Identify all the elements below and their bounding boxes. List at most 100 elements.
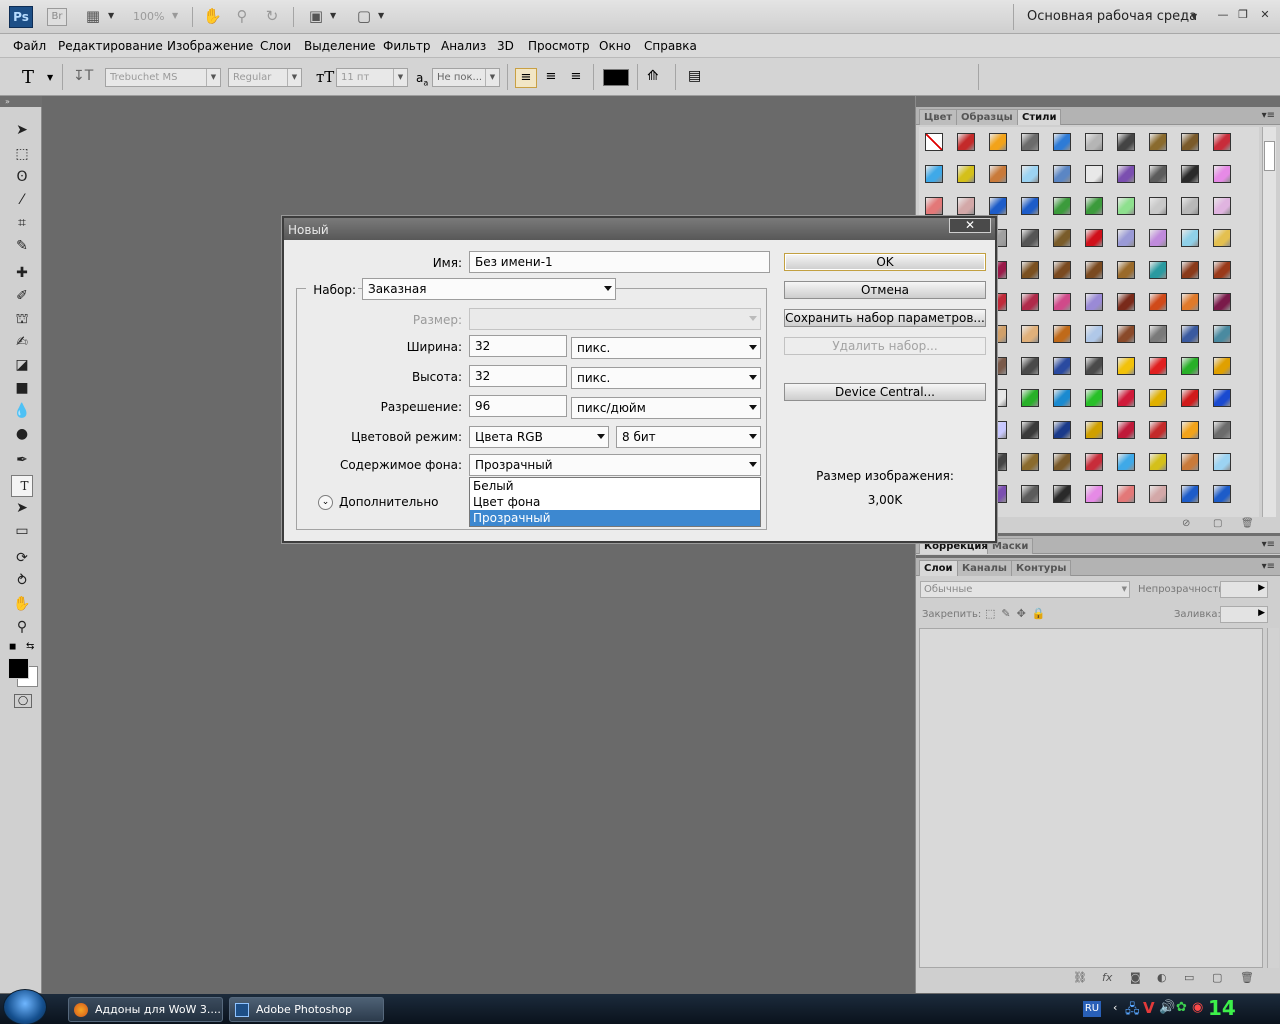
style-swatch[interactable] [1207, 447, 1237, 477]
panel-menu-icon[interactable]: ▾≡ [1262, 539, 1275, 550]
style-swatch[interactable] [1143, 383, 1173, 413]
style-swatch[interactable] [1143, 127, 1173, 157]
ok-button[interactable]: OK [784, 253, 986, 271]
panel-menu-icon[interactable]: ▾≡ [1262, 561, 1275, 572]
path-selection-tool-icon[interactable]: ➤ [11, 498, 33, 518]
style-swatch[interactable] [1047, 159, 1077, 189]
tab-paths[interactable]: Контуры [1011, 560, 1072, 576]
lock-icons[interactable]: ⬚✎✥🔒 [985, 607, 1052, 620]
style-swatch[interactable] [1175, 127, 1205, 157]
character-panel-icon[interactable]: ▤ [688, 68, 701, 84]
style-swatch[interactable] [1111, 351, 1141, 381]
cancel-button[interactable]: Отмена [784, 281, 986, 299]
chevron-down-icon[interactable]: ▼ [172, 11, 178, 20]
screen-mode-icon[interactable]: ▢ [355, 8, 373, 25]
style-swatch[interactable] [1175, 351, 1205, 381]
style-swatch[interactable] [1047, 287, 1077, 317]
style-swatch[interactable] [1207, 415, 1237, 445]
height-unit-select[interactable]: пикс. [571, 367, 761, 389]
save-preset-button[interactable]: Сохранить набор параметров... [784, 309, 986, 327]
pen-tool-icon[interactable]: ✒ [11, 450, 33, 470]
3d-rotate-tool-icon[interactable]: ⟳ [11, 548, 33, 568]
style-swatch[interactable] [1015, 447, 1045, 477]
menu-window[interactable]: Окно [599, 39, 631, 53]
text-orientation-icon[interactable]: ↧T [73, 68, 93, 84]
network-icon[interactable]: 🖧 [1125, 1000, 1140, 1022]
style-swatch[interactable] [1143, 447, 1173, 477]
style-swatch[interactable] [1079, 383, 1109, 413]
align-left-icon[interactable]: ≡ [515, 68, 537, 88]
style-swatch[interactable] [1047, 351, 1077, 381]
style-swatch[interactable] [1111, 479, 1141, 509]
style-swatch[interactable] [1047, 383, 1077, 413]
style-swatch[interactable] [1111, 415, 1141, 445]
taskbar-item-photoshop[interactable]: Adobe Photoshop CS4... [229, 997, 384, 1022]
start-button[interactable] [3, 989, 47, 1024]
eraser-tool-icon[interactable]: ◪ [11, 355, 33, 375]
app-tray-icon[interactable]: ◉ [1192, 1000, 1203, 1015]
resolution-unit-select[interactable]: пикс/дюйм [571, 397, 761, 419]
style-swatch[interactable] [951, 159, 981, 189]
workspace-switcher[interactable]: Основная рабочая среда [1027, 9, 1197, 24]
style-swatch[interactable] [1079, 447, 1109, 477]
tab-color[interactable]: Цвет [919, 109, 958, 125]
advanced-toggle-label[interactable]: Дополнительно [339, 495, 443, 509]
fill-field[interactable]: ▶ [1220, 606, 1268, 623]
menu-filter[interactable]: Фильтр [383, 39, 430, 53]
style-swatch[interactable] [1175, 159, 1205, 189]
shape-tool-icon[interactable]: ▭ [11, 521, 33, 541]
history-brush-tool-icon[interactable]: ✍ [11, 332, 33, 352]
style-swatch[interactable] [1207, 191, 1237, 221]
style-swatch[interactable] [1079, 223, 1109, 253]
style-swatch[interactable] [1015, 223, 1045, 253]
new-group-icon[interactable]: ▭ [1184, 971, 1194, 984]
style-swatch[interactable] [1111, 159, 1141, 189]
style-swatch[interactable] [1111, 319, 1141, 349]
panel-menu-icon[interactable]: ▾≡ [1262, 110, 1275, 121]
style-swatch[interactable] [1143, 415, 1173, 445]
style-swatch[interactable] [1015, 287, 1045, 317]
tab-channels[interactable]: Каналы [957, 560, 1012, 576]
style-swatch[interactable] [1015, 415, 1045, 445]
style-swatch[interactable] [1079, 127, 1109, 157]
style-swatch[interactable] [1015, 351, 1045, 381]
clear-style-icon[interactable]: ⊘ [1182, 518, 1190, 529]
antivirus-icon[interactable]: V [1143, 999, 1155, 1017]
font-style-select[interactable]: Regular ▼ [228, 68, 302, 87]
menu-analysis[interactable]: Анализ [441, 39, 486, 53]
move-tool-icon[interactable]: ➤ [11, 120, 33, 140]
menu-3d[interactable]: 3D [497, 39, 514, 53]
menu-edit[interactable]: Редактирование [58, 39, 163, 53]
style-swatch[interactable] [1207, 159, 1237, 189]
tab-layers[interactable]: Слои [919, 560, 958, 576]
extras-icon[interactable]: ▦ [84, 8, 102, 25]
style-swatch[interactable] [1207, 479, 1237, 509]
style-swatch[interactable] [1111, 127, 1141, 157]
style-swatch[interactable] [1047, 479, 1077, 509]
style-swatch[interactable] [1015, 383, 1045, 413]
lasso-tool-icon[interactable]: ʘ [11, 167, 33, 187]
antialias-select[interactable]: Не пок... ▼ [432, 68, 500, 87]
style-swatch[interactable] [1143, 159, 1173, 189]
document-name-input[interactable]: Без имени-1 [469, 251, 770, 273]
style-swatch[interactable] [1079, 159, 1109, 189]
align-center-icon[interactable]: ≡ [541, 68, 561, 88]
style-swatch[interactable] [1079, 319, 1109, 349]
style-swatch[interactable] [1175, 319, 1205, 349]
layers-list[interactable] [919, 628, 1263, 968]
chevron-down-icon[interactable]: ▼ [330, 11, 336, 20]
width-input[interactable]: 32 [469, 335, 567, 357]
style-swatch[interactable] [1047, 415, 1077, 445]
restore-icon[interactable]: ❐ [1236, 8, 1250, 22]
close-icon[interactable]: ✕ [1258, 8, 1272, 22]
crop-tool-icon[interactable]: ⌗ [11, 213, 33, 233]
style-swatch[interactable] [1175, 255, 1205, 285]
layer-mask-icon[interactable]: ◙ [1130, 971, 1141, 984]
style-swatch[interactable] [1079, 287, 1109, 317]
volume-icon[interactable]: 🔊 [1159, 1000, 1175, 1015]
foreground-color-swatch[interactable] [8, 658, 29, 679]
style-swatch[interactable] [1143, 319, 1173, 349]
style-swatch[interactable] [1143, 351, 1173, 381]
style-swatch[interactable] [1175, 191, 1205, 221]
panel-collapse-icon[interactable]: » [0, 96, 42, 107]
